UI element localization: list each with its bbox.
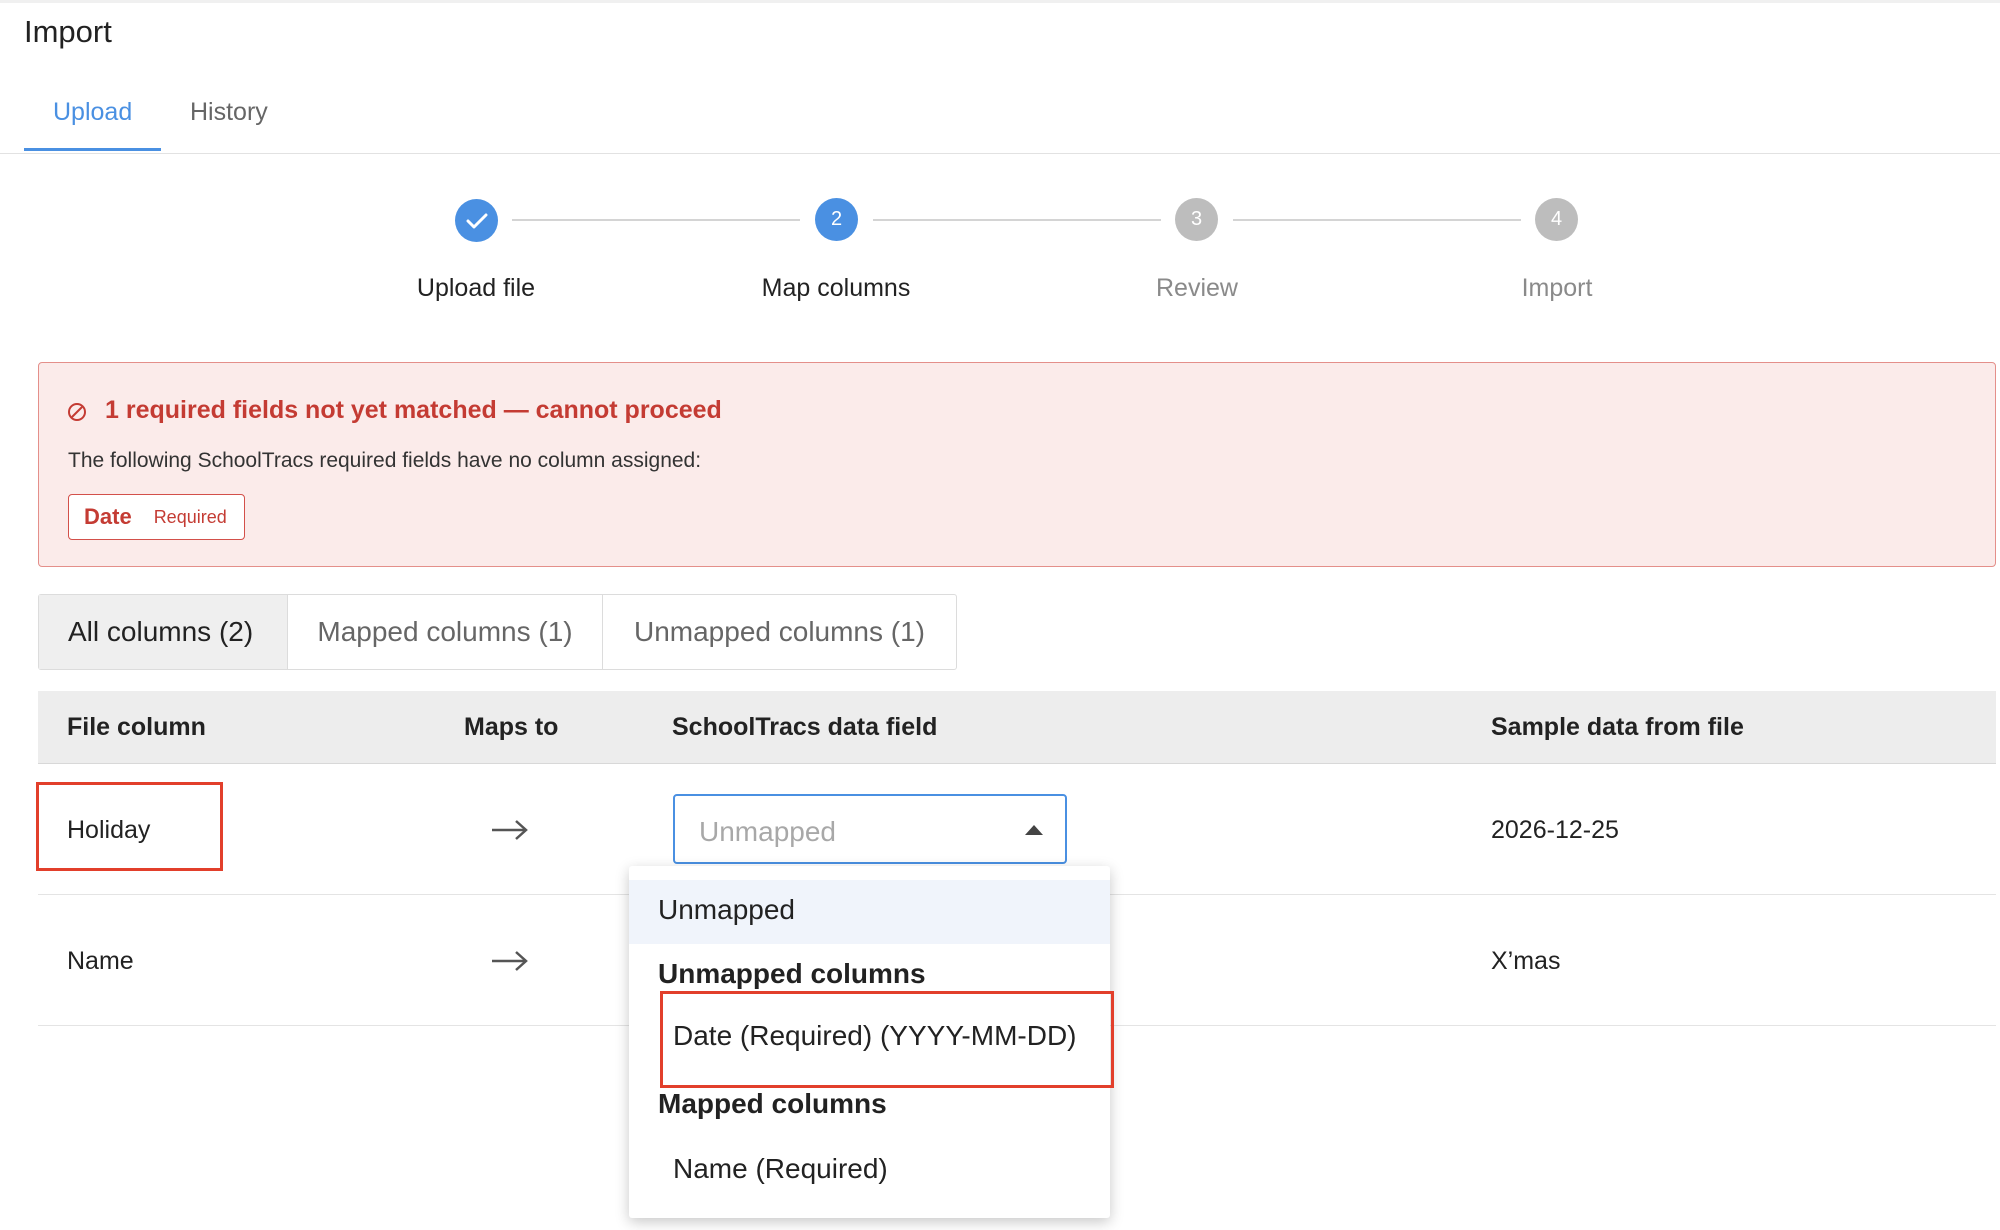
header-sample-data: Sample data from file [1491,713,1744,741]
step-connector [512,219,800,221]
step-3-circle: 3 [1175,198,1218,241]
blocked-icon [66,401,88,423]
page-title: Import [24,14,112,49]
highlight-box-date-option [660,991,1114,1088]
step-2-label: Map columns [761,274,911,302]
group-mapped-columns: Mapped columns [658,1088,887,1119]
arrow-right-icon [490,949,530,973]
error-alert: 1 required fields not yet matched — cann… [38,362,1996,567]
header-data-field: SchoolTracs data field [672,713,938,741]
step-1-check-icon [455,199,498,242]
step-connector [1233,219,1521,221]
filter-mapped-columns[interactable]: Mapped columns (1) [288,595,603,669]
option-name[interactable]: Name (Required) [629,1153,1110,1185]
data-field-select[interactable]: Unmapped [673,794,1067,864]
arrow-right-icon [490,818,530,842]
top-rule [0,0,2000,3]
step-4-label: Import [1521,274,1593,302]
sample-data-cell: 2026-12-25 [1491,816,1619,844]
highlight-box-holiday [36,782,223,871]
alert-title: 1 required fields not yet matched — cann… [105,396,722,424]
table-header: File column Maps to SchoolTracs data fie… [38,691,1996,764]
missing-field-name: Date [84,504,132,529]
tab-history[interactable]: History [190,98,268,127]
group-unmapped-columns: Unmapped columns [658,958,926,989]
filter-all-columns[interactable]: All columns (2) [39,595,288,669]
step-connector [873,219,1161,221]
sample-data-cell: X’mas [1491,947,1561,975]
column-filter-tabs: All columns (2) Mapped columns (1) Unmap… [38,594,957,670]
step-1-label: Upload file [416,274,536,302]
step-4-circle: 4 [1535,198,1578,241]
header-maps-to: Maps to [464,713,559,741]
tab-upload[interactable]: Upload [53,98,132,127]
active-tab-indicator [24,148,161,151]
header-file-column: File column [67,713,206,741]
alert-message: The following SchoolTracs required field… [68,449,702,472]
option-unmapped[interactable]: Unmapped [629,880,1110,944]
file-column-cell: Name [67,947,134,975]
caret-up-icon [1025,825,1043,835]
select-value: Unmapped [699,816,836,847]
filter-unmapped-columns[interactable]: Unmapped columns (1) [603,595,956,669]
step-3-label: Review [1156,274,1238,302]
step-2-circle: 2 [815,198,858,241]
required-tag: Required [153,506,227,527]
missing-field-chip: Date Required [68,494,245,540]
page-tabs: Upload History [0,84,2000,154]
